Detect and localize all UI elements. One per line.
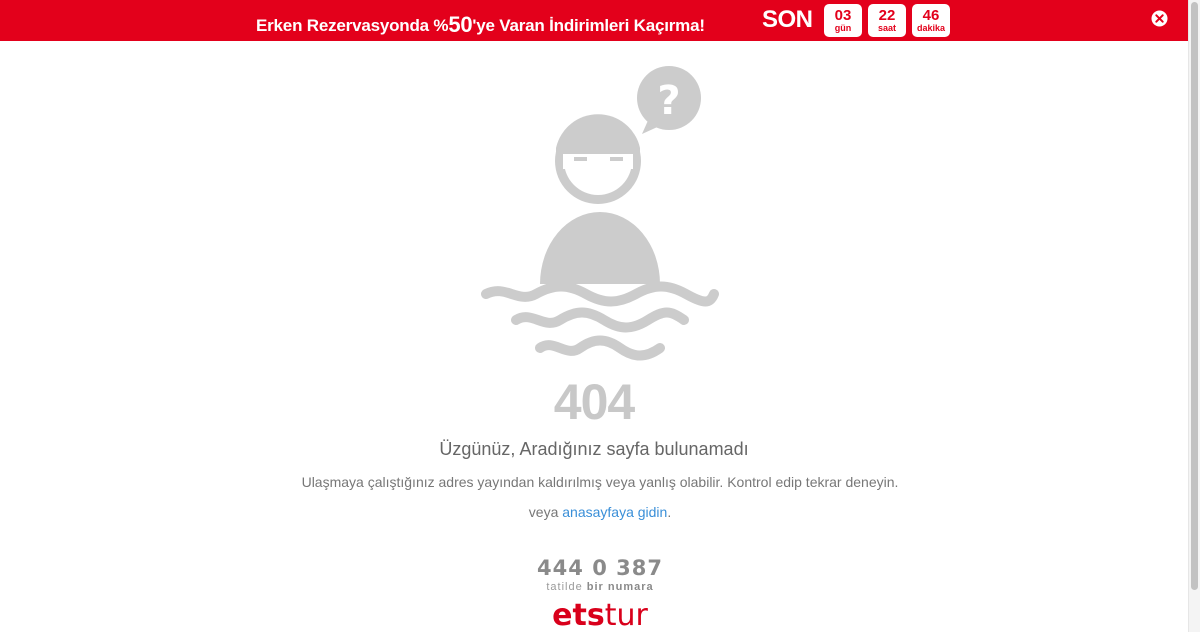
brand-logo-light: tur <box>604 598 648 633</box>
brand-logo-bold: ets <box>552 598 605 633</box>
home-suffix: . <box>667 504 672 520</box>
countdown-minutes: 46 dakika <box>912 4 950 37</box>
drowning-person-icon: ? <box>481 66 719 361</box>
countdown-hours-unit: saat <box>877 23 896 33</box>
scrollbar-thumb[interactable] <box>1191 2 1198 590</box>
close-banner-button[interactable] <box>1151 10 1168 27</box>
promo-text[interactable]: Erken Rezervasyonda %50'ye Varan İndirim… <box>256 11 705 37</box>
countdown-days: 03 gün <box>824 4 862 37</box>
promo-banner[interactable]: Erken Rezervasyonda %50'ye Varan İndirim… <box>0 0 1188 41</box>
promo-percent: 50 <box>448 12 473 37</box>
promo-text-start: Erken Rezervasyonda % <box>256 16 449 35</box>
error-title: Üzgünüz, Aradığınız sayfa bulunamadı <box>439 439 749 459</box>
brand-slogan: tatilde bir numara <box>0 581 1200 593</box>
countdown-days-value: 03 <box>834 7 852 24</box>
page-scrollbar[interactable] <box>1188 0 1200 632</box>
countdown-minutes-value: 46 <box>922 7 940 24</box>
promo-text-end: 'ye Varan İndirimleri Kaçırma! <box>472 16 705 35</box>
brand-logo[interactable]: etstur <box>0 598 1200 633</box>
countdown-days-unit: gün <box>834 23 852 33</box>
countdown-hours-value: 22 <box>878 7 896 24</box>
error-code: 404 <box>553 374 635 430</box>
slogan-light: tatilde <box>546 581 587 593</box>
slogan-bold: bir numara <box>586 581 654 593</box>
svg-text:?: ? <box>657 78 680 124</box>
countdown-minutes-unit: dakika <box>916 23 946 33</box>
countdown-hours: 22 saat <box>868 4 906 37</box>
error-description: Ulaşmaya çalıştığınız adres yayından kal… <box>301 474 899 490</box>
home-prefix: veya <box>528 504 563 520</box>
countdown-label: SON <box>762 6 813 33</box>
homepage-link[interactable]: anasayfaya gidin <box>562 504 667 520</box>
close-icon <box>1151 10 1168 27</box>
home-link-line: veya anasayfaya gidin. <box>0 504 1200 520</box>
phone-number[interactable]: 444 0 387 <box>0 556 1200 580</box>
